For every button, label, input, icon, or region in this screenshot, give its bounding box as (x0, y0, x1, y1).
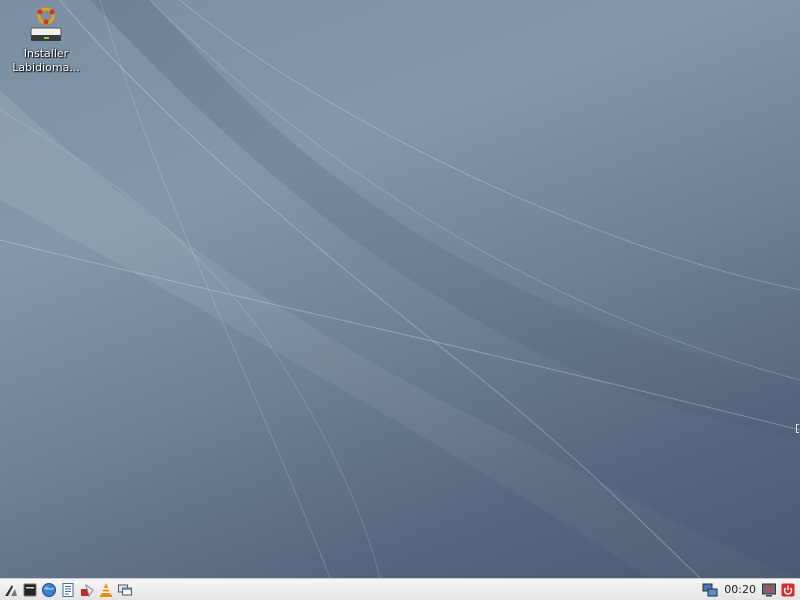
desktop-icon-installer[interactable]: Installer Labidioma... (6, 6, 86, 74)
menu-icon (5, 584, 17, 596)
browser-button[interactable] (40, 581, 58, 599)
terminal-button[interactable] (21, 581, 39, 599)
clock[interactable]: 00:20 (724, 583, 756, 596)
desktop-icon-label-line1: Installer (23, 47, 69, 60)
power-tray-button[interactable] (779, 581, 797, 599)
network-icon (702, 583, 718, 596)
taskbar: 00:20 (0, 578, 800, 600)
vlc-icon (100, 582, 112, 597)
edge-marker (796, 424, 799, 433)
windows-icon (118, 584, 132, 595)
vlc-button[interactable] (97, 581, 115, 599)
display-icon (762, 583, 776, 596)
launcher-bar (0, 579, 135, 600)
browser-icon (42, 582, 56, 597)
power-icon (781, 583, 795, 596)
system-tray: 00:20 (701, 579, 800, 600)
text-editor-icon (62, 582, 74, 597)
desktop-icon-label-line2: Labidioma... (12, 61, 80, 74)
desktop[interactable]: Installer Labidioma... (0, 0, 800, 578)
network-tray-button[interactable] (701, 581, 719, 599)
menu-button[interactable] (2, 581, 20, 599)
media-button[interactable] (78, 581, 96, 599)
installer-icon (30, 7, 62, 41)
terminal-icon (23, 583, 37, 596)
wallpaper-curves (0, 0, 800, 578)
windows-button[interactable] (116, 581, 134, 599)
display-tray-button[interactable] (760, 581, 778, 599)
media-icon (81, 583, 94, 597)
text-editor-button[interactable] (59, 581, 77, 599)
